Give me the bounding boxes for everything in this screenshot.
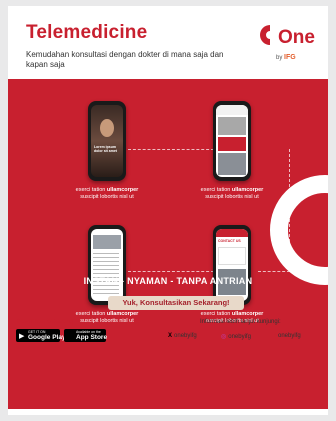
caption-prefix: exerci tation <box>200 187 232 193</box>
google-play-icon: ▶ <box>19 333 25 340</box>
phone-mockup-3 <box>88 225 126 305</box>
facebook-icon: f <box>274 333 276 339</box>
caption-bold: ullamcorper <box>231 187 264 193</box>
feature-panel: Lorem ipsum dolor sit amet exerci tation… <box>8 79 328 409</box>
caption-prefix: exerci tation <box>200 311 232 317</box>
phone-mockup-2 <box>213 101 251 181</box>
caption-suffix: suscipit lobortis nisl ut <box>80 194 134 200</box>
phone-caption-3: exerci tation ullamcorper suscipit lobor… <box>67 311 147 325</box>
doctor-photo <box>100 119 114 137</box>
app-store-label: App Store <box>76 334 108 341</box>
phone-screen: CONTACT US <box>216 229 248 301</box>
caption-prefix: exerci tation <box>75 187 107 193</box>
social-link-x[interactable]: Xonebyifg <box>168 333 197 339</box>
logo-text: One <box>278 27 315 48</box>
app-store-button[interactable]: Available on the App Store <box>64 329 108 342</box>
page-title: Telemedicine <box>26 22 148 43</box>
dashed-connector <box>128 149 214 150</box>
caption-bold: ullamcorper <box>106 187 139 193</box>
social-link-instagram[interactable]: ◎ onebyifg <box>221 333 251 340</box>
page-subtitle: Kemudahan konsultasi dengan dokter di ma… <box>26 50 224 69</box>
social-handle: onebyifg <box>174 333 197 339</box>
download-label: Download Sekarang <box>16 319 74 325</box>
social-handle: onebyifg <box>278 333 301 339</box>
google-play-label: Google Play <box>28 334 66 341</box>
instagram-icon: ◎ <box>221 334 227 340</box>
logo-subtext: by IFG <box>276 54 296 61</box>
consult-now-button[interactable]: Yuk, Konsultasikan Sekarang! <box>108 296 244 310</box>
caption-bold: ullamcorper <box>106 311 139 317</box>
tagline: INSTAN - NYAMAN - TANPA ANTRIAN <box>83 276 253 286</box>
phone-screen <box>216 105 248 177</box>
logo-sub-prefix: by <box>276 55 283 61</box>
phone-mockup-4: CONTACT US <box>213 225 251 305</box>
dashed-connector <box>258 271 290 272</box>
screen-headline: Lorem ipsum dolor sit amet <box>94 145 117 153</box>
caption-suffix: suscipit lobortis nisl ut <box>80 318 134 324</box>
x-icon: X <box>168 333 173 339</box>
dashed-connector <box>289 149 290 257</box>
ifg-logo-text: IFG <box>284 54 296 61</box>
social-handle: onebyifg <box>228 334 251 340</box>
social-link-facebook[interactable]: f onebyifg <box>274 333 301 339</box>
caption-suffix: suscipit lobortis nisl ut <box>205 194 259 200</box>
caption-prefix: exerci tation <box>75 311 107 317</box>
google-play-button[interactable]: ▶ GET IT ON Google Play <box>16 329 66 342</box>
decorative-arc <box>270 175 328 285</box>
phone-screen: Lorem ipsum dolor sit amet <box>91 105 123 177</box>
phone-mockup-1: Lorem ipsum dolor sit amet <box>88 101 126 181</box>
contact-us-text: CONTACT US <box>218 239 241 243</box>
dashed-connector <box>128 271 214 272</box>
one-logo: One <box>260 25 315 48</box>
info-label: Informasi lebih lanjut kunjungi: <box>200 319 281 325</box>
poster: Telemedicine Kemudahan konsultasi dengan… <box>8 6 328 415</box>
phone-caption-1: exerci tation ullamcorper suscipit lobor… <box>67 187 147 201</box>
phone-screen <box>91 229 123 301</box>
phone-caption-2: exerci tation ullamcorper suscipit lobor… <box>192 187 272 201</box>
caption-bold: ullamcorper <box>231 311 264 317</box>
